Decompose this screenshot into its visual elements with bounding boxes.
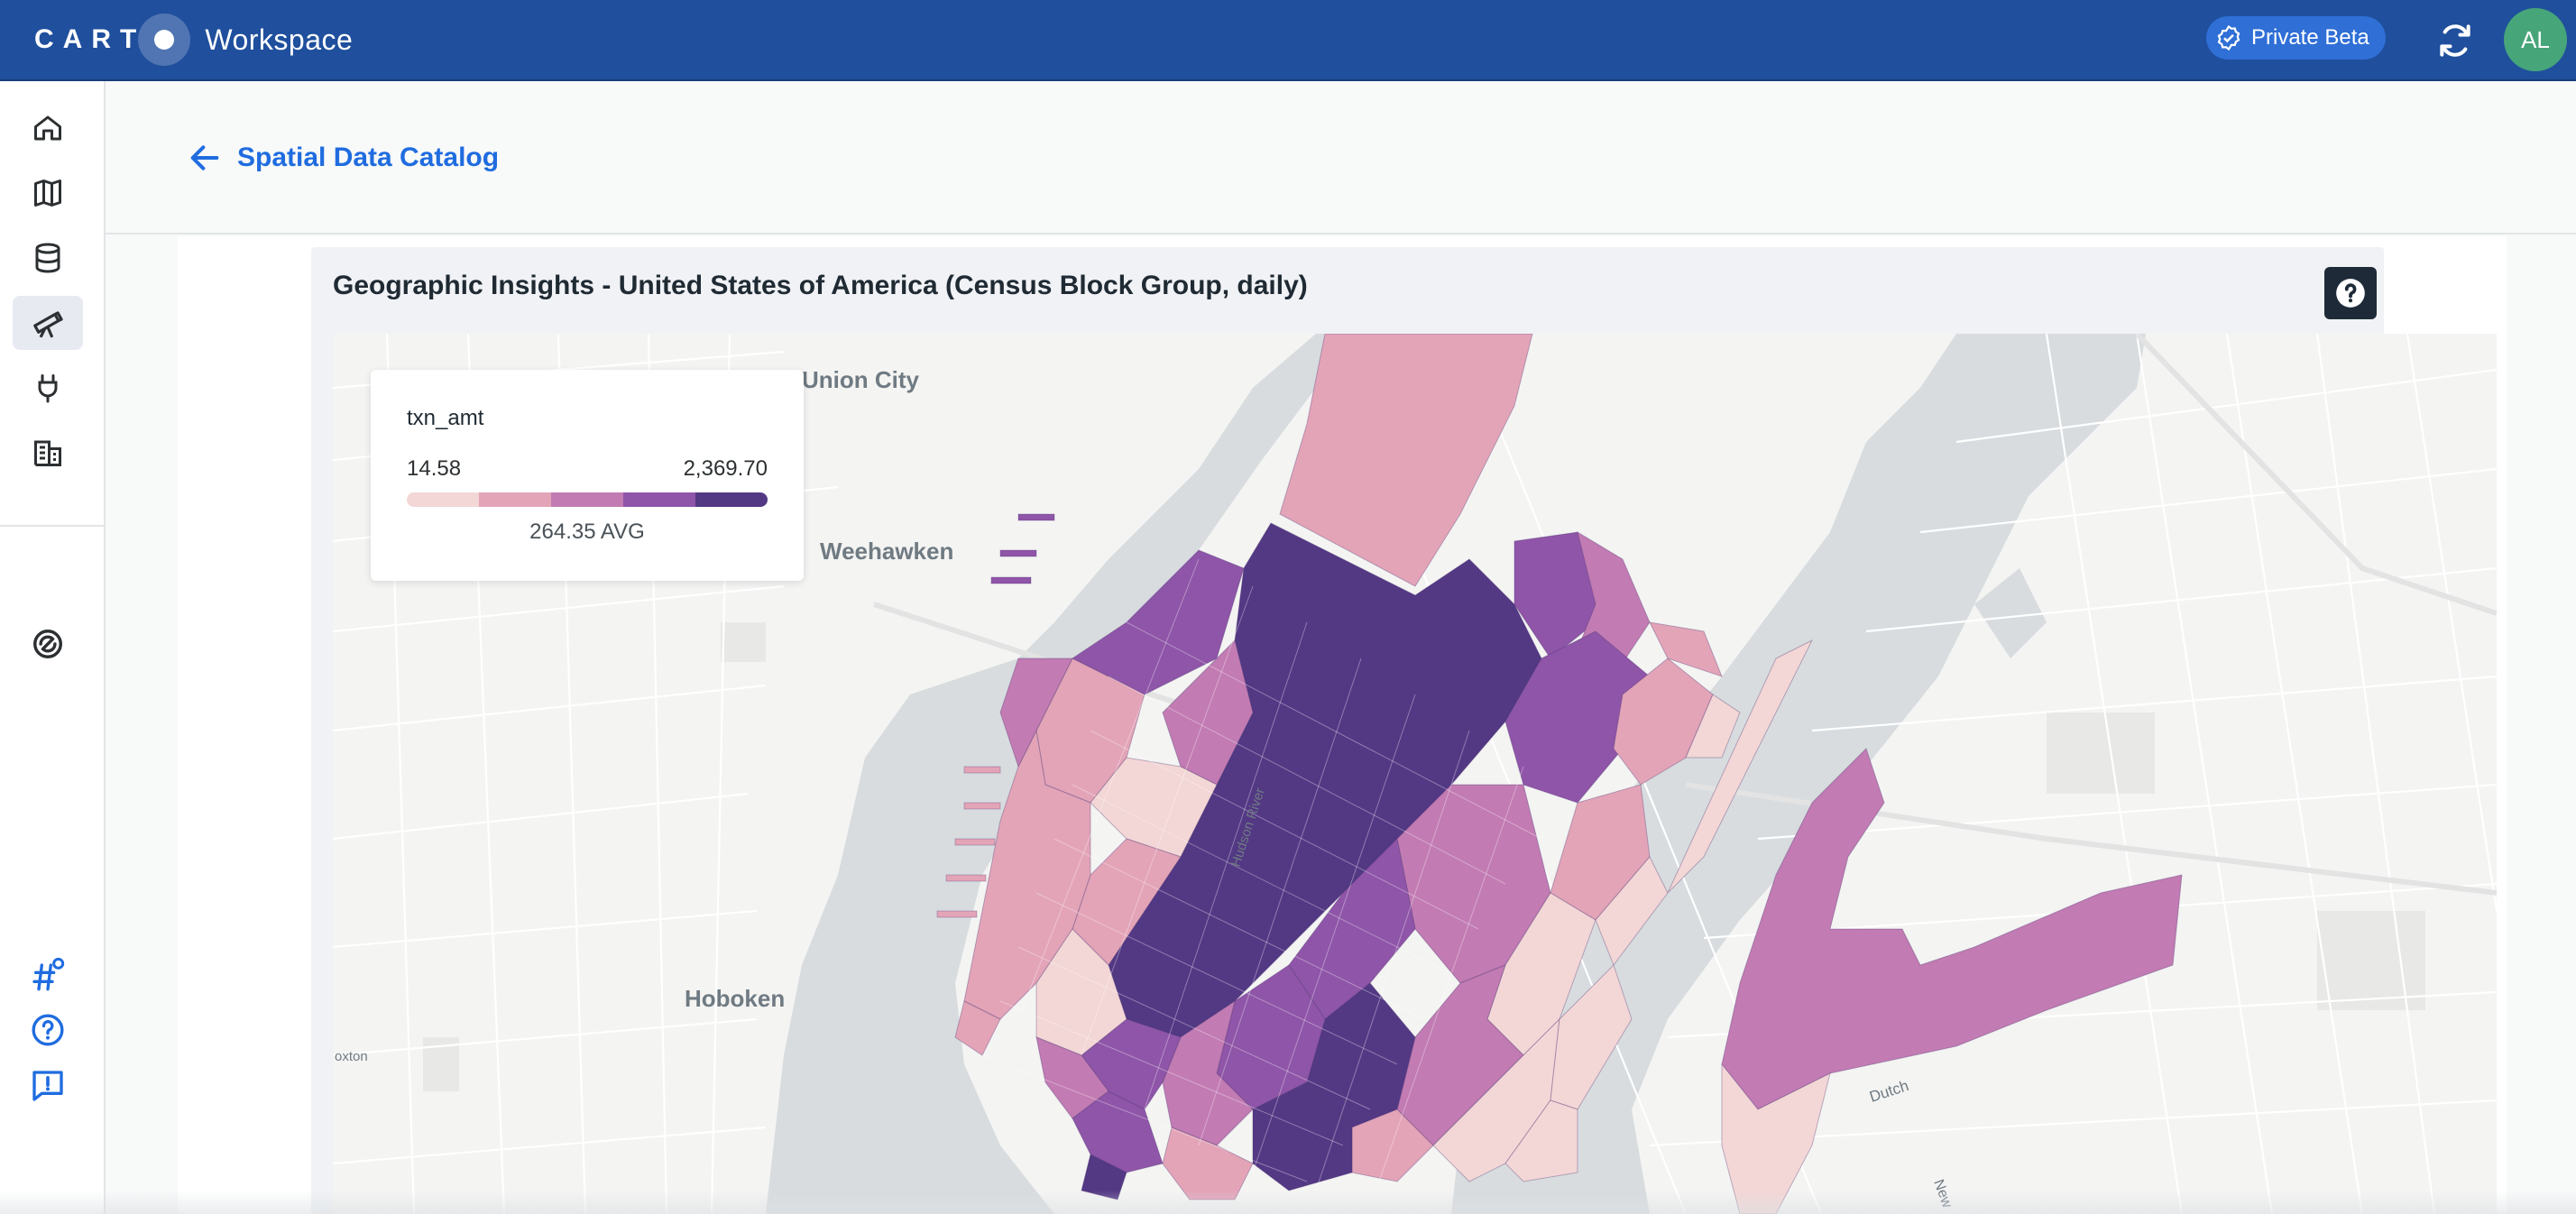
- main-content: Geographic Insights - United States of A…: [106, 236, 2576, 1214]
- private-beta-badge[interactable]: Private Beta: [2206, 16, 2386, 60]
- home-icon: [34, 115, 61, 141]
- user-avatar[interactable]: AL: [2504, 8, 2567, 71]
- ramp-step: [623, 492, 695, 507]
- telescope-icon: [33, 311, 63, 338]
- sidebar-divider: [0, 525, 104, 527]
- map-view[interactable]: Union City Weehawken Hoboken Hudson Rive…: [333, 334, 2497, 1214]
- carto-logo[interactable]: CART Workspace: [34, 13, 353, 67]
- sidebar: [0, 81, 106, 1214]
- sidebar-item-applications[interactable]: [13, 426, 83, 480]
- dataset-preview-card: Geographic Insights - United States of A…: [311, 247, 2497, 1214]
- product-name: Workspace: [205, 23, 354, 56]
- label-weehawken: Weehawken: [820, 538, 953, 565]
- api-dial-icon: [33, 630, 62, 658]
- logo-text: CART: [34, 24, 146, 54]
- plug-icon: [38, 374, 58, 403]
- label-hoboken: Hoboken: [685, 985, 785, 1012]
- database-icon: [35, 243, 60, 273]
- sidebar-item-connections[interactable]: [13, 361, 83, 415]
- sidebar-item-maps[interactable]: [13, 166, 83, 220]
- sidebar-item-help[interactable]: [13, 1003, 83, 1057]
- legend-average: 264.35 AVG: [529, 520, 645, 544]
- map-legend: txn_amt 14.58 2,369.70 264.35 AVG: [371, 370, 804, 581]
- sidebar-item-data[interactable]: [13, 231, 83, 285]
- hashtag-settings-icon: [32, 957, 65, 991]
- legend-variable: txn_amt: [407, 406, 484, 430]
- card-title: Geographic Insights - United States of A…: [333, 271, 1308, 300]
- beta-label: Private Beta: [2251, 25, 2369, 50]
- legend-color-ramp: [407, 492, 768, 507]
- sidebar-item-feedback[interactable]: [13, 1059, 83, 1113]
- sidebar-item-data-observatory[interactable]: [13, 296, 83, 350]
- map-icon: [34, 179, 61, 207]
- back-link-label: Spatial Data Catalog: [237, 143, 500, 172]
- legend-min: 14.58: [407, 456, 462, 481]
- sidebar-item-developers[interactable]: [13, 617, 83, 671]
- building-table-icon: [34, 440, 61, 466]
- label-union-city: Union City: [802, 366, 920, 393]
- top-bar: CART Workspace Private Beta AL: [0, 0, 2576, 81]
- help-circle-icon: [32, 1014, 64, 1046]
- sync-button[interactable]: [2432, 17, 2479, 64]
- arrow-left-icon: [190, 145, 219, 170]
- feedback-icon: [32, 1071, 63, 1101]
- ramp-step: [695, 492, 768, 507]
- label-oxton: oxton: [335, 1049, 368, 1064]
- content-column: Geographic Insights - United States of A…: [178, 236, 2507, 1214]
- question-icon: [2336, 279, 2365, 308]
- ramp-step: [407, 492, 479, 507]
- logo-dot-icon: [138, 14, 191, 66]
- ramp-step: [479, 492, 551, 507]
- bottom-scroll-fade: [0, 1191, 2576, 1214]
- verified-badge-icon: [2217, 24, 2240, 51]
- back-link[interactable]: Spatial Data Catalog: [187, 135, 499, 180]
- sidebar-item-home[interactable]: [13, 101, 83, 155]
- page-header: Spatial Data Catalog: [106, 81, 2576, 235]
- sidebar-item-settings[interactable]: [13, 947, 83, 1001]
- legend-max: 2,369.70: [683, 456, 768, 481]
- help-button[interactable]: [2324, 267, 2377, 319]
- ramp-step: [551, 492, 623, 507]
- sync-icon: [2440, 24, 2470, 57]
